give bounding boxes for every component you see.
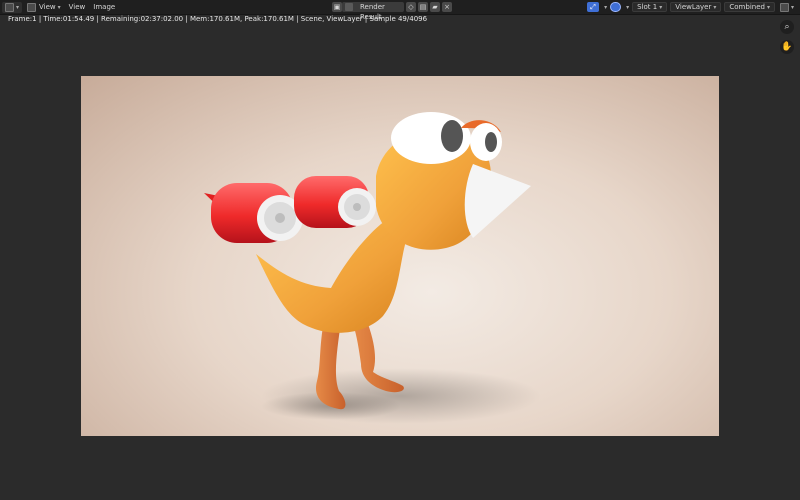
folder-icon[interactable]: ▰ bbox=[430, 2, 440, 12]
character-pupil bbox=[441, 120, 463, 152]
slot-dropdown[interactable]: Slot 1 ▾ bbox=[632, 2, 668, 12]
render-status-text: Frame:1 | Time:01:54.49 | Remaining:02:3… bbox=[8, 15, 428, 23]
menu-view[interactable]: View bbox=[66, 2, 89, 13]
chevron-down-icon: ▾ bbox=[57, 3, 61, 11]
menu-image[interactable]: Image bbox=[90, 2, 118, 13]
display-channels-icon bbox=[779, 2, 789, 12]
hand-icon[interactable]: ✋ bbox=[780, 40, 794, 54]
image-name-field[interactable]: Render Result bbox=[342, 2, 404, 21]
image-editor-icon bbox=[5, 2, 14, 12]
shield-icon[interactable]: ◇ bbox=[406, 2, 416, 12]
pass-label: Combined bbox=[729, 3, 765, 11]
slot-label: Slot 1 bbox=[637, 3, 658, 11]
render-canvas[interactable] bbox=[81, 76, 719, 436]
image-field-icon bbox=[345, 3, 353, 11]
render-status: Frame:1 | Time:01:54.49 | Remaining:02:3… bbox=[8, 15, 427, 23]
chevron-down-icon: ▾ bbox=[713, 3, 717, 11]
jet-engine-left bbox=[204, 183, 303, 243]
character-pupil bbox=[485, 132, 497, 152]
character-leg bbox=[315, 321, 346, 410]
chevron-down-icon: ▾ bbox=[626, 3, 630, 11]
new-image-icon[interactable]: ▤ bbox=[418, 2, 428, 12]
zoom-icon[interactable]: ⌕ bbox=[780, 20, 794, 34]
close-icon[interactable]: × bbox=[442, 2, 452, 12]
view-dropdown-label: View bbox=[39, 3, 56, 11]
display-channels-button[interactable]: ▾ bbox=[778, 2, 796, 13]
render-image bbox=[204, 112, 541, 424]
chevron-down-icon: ▾ bbox=[790, 3, 794, 11]
viewlayer-label: ViewLayer bbox=[675, 3, 712, 11]
image-browser: ▣ Render Result ◇ ▤ ▰ × bbox=[330, 1, 452, 21]
chevron-down-icon: ▾ bbox=[604, 3, 608, 11]
navigation-gizmo: ⌕ ✋ bbox=[780, 20, 794, 54]
jet-engine-right bbox=[294, 176, 376, 228]
chevron-down-icon: ▾ bbox=[766, 3, 770, 11]
menu-image-label: Image bbox=[93, 3, 116, 11]
view-mode-icon bbox=[27, 2, 37, 12]
menu-view-label: View bbox=[68, 3, 86, 11]
character-beak bbox=[464, 164, 531, 238]
overlay-icon[interactable] bbox=[610, 2, 622, 12]
pass-dropdown[interactable]: Combined ▾ bbox=[724, 2, 775, 12]
chevron-down-icon: ▾ bbox=[16, 3, 20, 11]
viewlayer-dropdown[interactable]: ViewLayer ▾ bbox=[670, 2, 722, 12]
header-right-tools: ⤢ ▾ ▾ Slot 1 ▾ ViewLayer ▾ Combined ▾ ▾ bbox=[587, 1, 798, 13]
image-editor-header: ▾ View ▾ View Image ▣ Render Result ◇ ▤ … bbox=[0, 0, 800, 21]
sample-tool-icon[interactable]: ⤢ bbox=[587, 2, 600, 12]
view-dropdown[interactable]: View ▾ bbox=[24, 2, 64, 13]
image-browse-icon[interactable]: ▣ bbox=[332, 2, 342, 12]
chevron-down-icon: ▾ bbox=[659, 3, 663, 11]
editor-type-button[interactable]: ▾ bbox=[2, 1, 23, 13]
